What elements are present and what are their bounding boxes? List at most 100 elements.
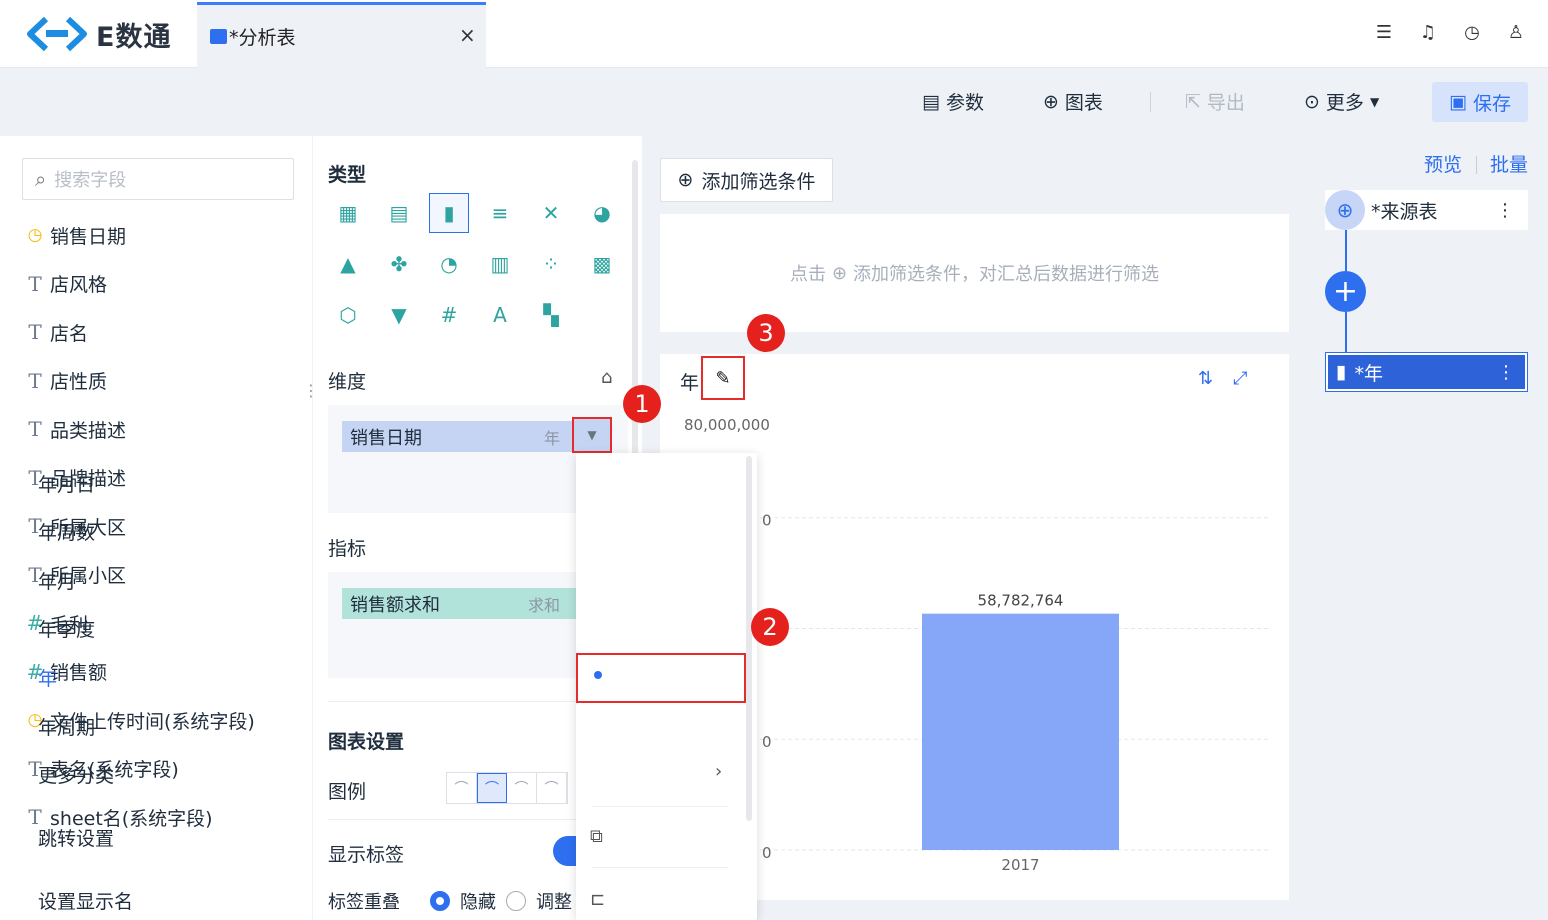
tab-analysis[interactable]: *分析表 × xyxy=(197,2,486,68)
sort-icon[interactable]: ⇅ xyxy=(1198,368,1213,389)
combo-chart-icon[interactable]: ✕ xyxy=(531,193,571,233)
source-node[interactable]: ⊕ *来源表 ⋮ xyxy=(1325,190,1528,230)
label-overlap-text: 标签重叠 xyxy=(328,892,400,913)
field-item[interactable]: T 店性质 xyxy=(20,366,107,396)
add-step-button[interactable]: + xyxy=(1325,271,1366,312)
legend-right-icon[interactable]: ⌒ xyxy=(477,773,507,803)
search-input[interactable]: ⌕ 搜索字段 xyxy=(22,158,294,200)
toolbar: ▤ 参数 ⊕ 图表 ⇱ 导出 ⊙ 更多 ▼ ▣ 保存 xyxy=(0,68,1548,136)
granularity-option[interactable]: 年月日 xyxy=(38,470,95,497)
field-item[interactable]: ◷ 销售日期 xyxy=(20,220,126,250)
y-tick-label: 0 xyxy=(762,733,772,751)
close-icon[interactable]: × xyxy=(459,23,476,47)
search-icon: ⌕ xyxy=(35,167,47,191)
flow-connector xyxy=(1345,312,1347,352)
field-item[interactable]: # 销售额 xyxy=(20,657,107,687)
treemap-icon[interactable]: ▩ xyxy=(582,244,622,284)
filter-hint-text: 添加筛选条件，对汇总后数据进行筛选 xyxy=(853,264,1160,285)
date-field-icon: ◷ xyxy=(27,225,43,245)
year-step-node[interactable]: ▮ *年 ⋮ xyxy=(1325,352,1528,392)
funnel-icon[interactable]: ▼ xyxy=(379,295,419,335)
chart-label: 图表 xyxy=(1064,92,1103,114)
app-logo: E数通 xyxy=(26,14,171,54)
timer-icon[interactable]: ◷ xyxy=(1460,20,1484,44)
params-button[interactable]: ▤ 参数 xyxy=(922,88,984,115)
scatter-icon[interactable]: ⁘ xyxy=(531,244,571,284)
toolbar-divider xyxy=(1150,92,1151,112)
plus-circle-icon: ⊕ xyxy=(677,169,694,191)
fullscreen-icon[interactable]: ⤢ xyxy=(1233,368,1247,389)
field-label: 店性质 xyxy=(50,371,108,393)
dropdown-divider xyxy=(592,806,728,807)
text-field-icon: T xyxy=(28,271,42,296)
save-label: 保存 xyxy=(1472,92,1511,115)
display-name-icon: ⊏ xyxy=(590,889,606,910)
horizontal-bar-icon[interactable]: ≡ xyxy=(480,193,520,233)
gauge-icon[interactable]: ◔ xyxy=(429,244,469,284)
selected-highlight xyxy=(576,653,746,703)
more-button[interactable]: ⊙ 更多 ▼ xyxy=(1304,88,1379,115)
detail-table-icon[interactable]: ▤ xyxy=(379,193,419,233)
granularity-option[interactable]: 年 xyxy=(38,664,57,691)
bar-chart-icon[interactable]: ▮ xyxy=(429,193,469,233)
dropdown-scrollbar[interactable] xyxy=(746,456,752,821)
export-label: 导出 xyxy=(1206,92,1245,114)
granularity-option[interactable]: 年季度 xyxy=(38,615,95,642)
kpi-number-icon[interactable]: # xyxy=(429,295,469,335)
granularity-option[interactable]: 年周数 xyxy=(38,518,95,545)
field-item[interactable]: T 品类描述 xyxy=(20,414,126,444)
granularity-option[interactable]: 更多分类 xyxy=(38,761,114,788)
label-overlap-row: 标签重叠 隐藏 调整 xyxy=(328,888,572,914)
step-badge-3: 3 xyxy=(747,314,785,352)
radio-adjust[interactable] xyxy=(506,891,526,911)
add-filter-label: 添加筛选条件 xyxy=(701,170,816,193)
table-type-icon[interactable]: ▦ xyxy=(328,193,368,233)
radio-hide[interactable] xyxy=(430,891,450,911)
dimension-settings-icon[interactable]: ⌂ xyxy=(601,367,612,388)
dropdown-divider xyxy=(592,867,728,868)
bar[interactable] xyxy=(922,613,1119,850)
more-label: 更多 xyxy=(1325,92,1364,114)
stacked-bar-icon[interactable]: ▥ xyxy=(480,244,520,284)
field-item[interactable]: T 店风格 xyxy=(20,269,107,299)
bar-data-label: 58,782,764 xyxy=(978,592,1064,610)
field-label: 店名 xyxy=(50,322,89,345)
batch-link[interactable]: 批量 xyxy=(1490,150,1528,177)
export-button[interactable]: ⇱ 导出 xyxy=(1185,88,1245,115)
edit-title-icon[interactable]: ✎ xyxy=(701,356,745,400)
display-name-item[interactable]: 设置显示名 xyxy=(38,887,133,914)
add-filter-button[interactable]: ⊕ 添加筛选条件 xyxy=(660,158,833,202)
add-chart-button[interactable]: ⊕ 图表 xyxy=(1043,88,1103,115)
checklist-icon[interactable]: ☰ xyxy=(1372,20,1396,44)
dimension-pill-label: 销售日期 xyxy=(350,427,422,449)
legend-none-icon[interactable]: ⌒ xyxy=(447,773,477,803)
field-item[interactable]: T 店名 xyxy=(20,317,88,347)
granularity-option[interactable]: 年周期 xyxy=(38,713,95,740)
granularity-option[interactable]: 年月 xyxy=(38,567,76,594)
radar-icon[interactable]: ⬡ xyxy=(328,295,368,335)
x-tick-label: 2017 xyxy=(1001,856,1039,874)
legend-left-icon[interactable]: ⌒ xyxy=(507,773,537,803)
show-label-text: 显示标签 xyxy=(328,844,405,866)
dimension-dropdown-arrow[interactable]: ▼ xyxy=(572,417,612,453)
text-field-icon: T xyxy=(28,417,42,441)
legend-top-icon[interactable]: ⌒ xyxy=(537,773,567,803)
area-chart-icon[interactable]: ▲ xyxy=(328,244,368,284)
radio-adjust-label: 调整 xyxy=(536,892,572,913)
user-icon[interactable]: ♙ xyxy=(1504,20,1528,44)
map-icon[interactable]: ✤ xyxy=(379,244,419,284)
jump-settings-item[interactable]: 跳转设置 xyxy=(38,824,114,851)
kebab-icon[interactable]: ⋮ xyxy=(1497,362,1515,383)
text-field-icon: T xyxy=(28,368,42,393)
bell-icon[interactable]: ♫ xyxy=(1416,20,1440,44)
heatmap-icon[interactable]: ▚ xyxy=(531,295,571,335)
measure-pill[interactable]: 销售额求和 求和 xyxy=(342,588,612,619)
preview-link[interactable]: 预览 xyxy=(1424,150,1462,177)
y-tick-label: 0 xyxy=(762,844,772,862)
kebab-icon[interactable]: ⋮ xyxy=(1496,200,1514,221)
word-cloud-icon[interactable]: A xyxy=(480,295,520,335)
tab-title: *分析表 xyxy=(229,27,296,49)
pie-chart-icon[interactable]: ◕ xyxy=(582,193,622,233)
legend-position-group: ⌒ ⌒ ⌒ ⌒ xyxy=(446,772,568,804)
save-button[interactable]: ▣ 保存 xyxy=(1432,82,1528,122)
